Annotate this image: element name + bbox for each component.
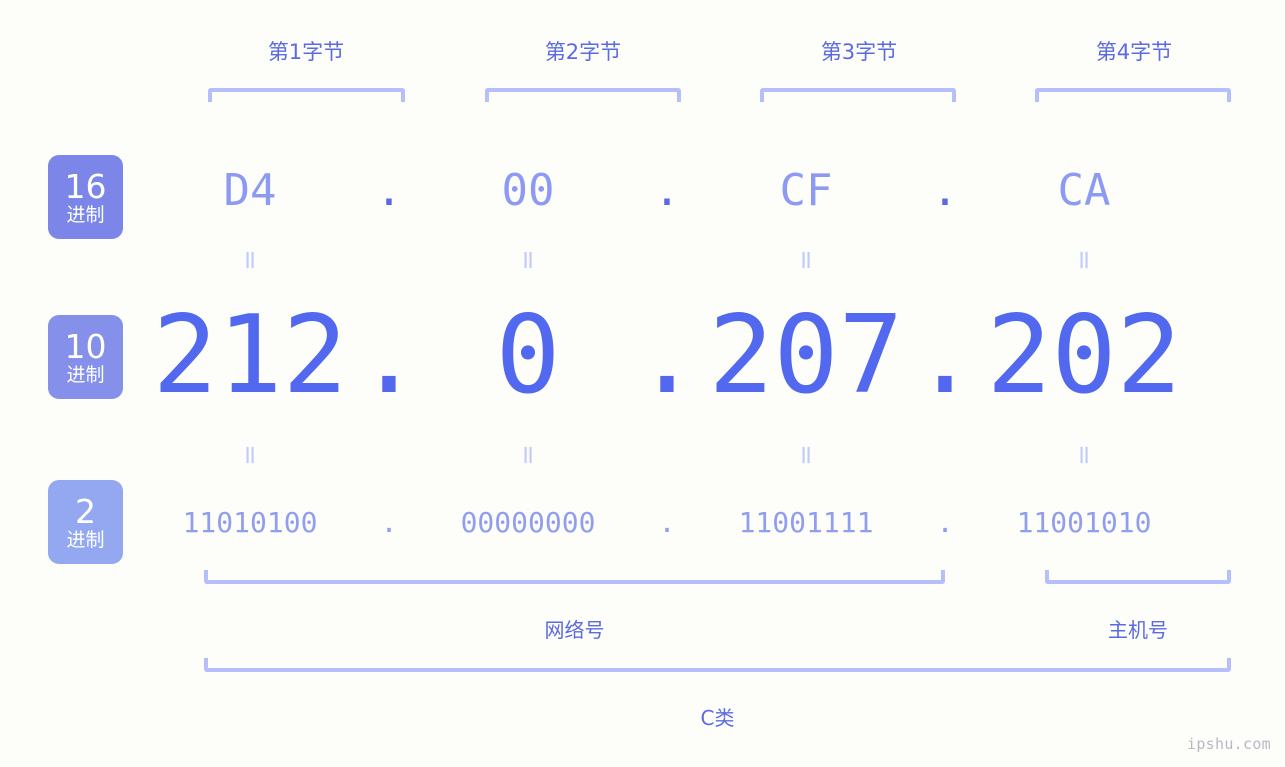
hex-octet-4: CA bbox=[1057, 164, 1111, 216]
byte-bracket-4 bbox=[1035, 88, 1231, 102]
decimal-octet-1: 212 bbox=[152, 292, 348, 418]
equals-icon: = bbox=[790, 249, 821, 271]
site-watermark: ipshu.com bbox=[1187, 735, 1271, 753]
binary-octet-3: 11001111 bbox=[738, 506, 874, 539]
byte-bracket-1 bbox=[208, 88, 405, 102]
equals-icon: = bbox=[234, 444, 265, 466]
hex-octet-2: 00 bbox=[501, 164, 555, 216]
decimal-value-row: 212 . 0 . 207 . 202 bbox=[150, 293, 1285, 418]
base-badge-unit: 进制 bbox=[66, 528, 105, 551]
base-badge-hexadecimal: 16 进制 bbox=[48, 155, 123, 239]
equals-icon: = bbox=[1068, 249, 1099, 271]
host-portion-label: 主机号 bbox=[1108, 618, 1168, 642]
byte-header-label-4: 第4字节 bbox=[1095, 40, 1173, 64]
address-class-label: C类 bbox=[700, 706, 735, 730]
address-class-bracket bbox=[204, 658, 1231, 672]
byte-bracket-2 bbox=[485, 88, 681, 102]
binary-octet-4: 11001010 bbox=[1016, 506, 1152, 539]
byte-header-label-3: 第3字节 bbox=[820, 40, 898, 64]
decimal-octet-2: 0 bbox=[495, 292, 561, 418]
binary-octet-1: 11010100 bbox=[182, 506, 318, 539]
hexadecimal-value-row: D4 . 00 . CF . CA bbox=[150, 155, 1285, 225]
equals-icon: = bbox=[512, 444, 543, 466]
decimal-separator-3: . bbox=[912, 292, 978, 418]
equals-icon: = bbox=[1068, 444, 1099, 466]
decimal-separator-2: . bbox=[634, 292, 700, 418]
binary-separator-3: . bbox=[936, 506, 954, 539]
equals-separator-row-decimal-binary: = = = = bbox=[150, 440, 1285, 470]
byte-header-label-2: 第2字节 bbox=[544, 40, 622, 64]
equals-icon: = bbox=[512, 249, 543, 271]
base-badge-unit: 进制 bbox=[66, 363, 105, 386]
host-portion-bracket bbox=[1045, 570, 1231, 584]
hex-octet-3: CF bbox=[779, 164, 833, 216]
binary-separator-2: . bbox=[658, 506, 676, 539]
base-badge-number: 16 bbox=[64, 166, 107, 206]
binary-octet-2: 00000000 bbox=[460, 506, 596, 539]
network-portion-label: 网络号 bbox=[544, 618, 605, 642]
byte-bracket-3 bbox=[760, 88, 956, 102]
ip-address-breakdown-diagram: 第1字节 第2字节 第3字节 第4字节 16 进制 10 进制 2 进制 D4 … bbox=[0, 0, 1285, 767]
equals-icon: = bbox=[234, 249, 265, 271]
binary-separator-1: . bbox=[380, 506, 398, 539]
base-badge-number: 2 bbox=[75, 491, 96, 531]
decimal-octet-3: 207 bbox=[708, 292, 904, 418]
byte-header-label-1: 第1字节 bbox=[267, 40, 345, 64]
base-badge-decimal: 10 进制 bbox=[48, 315, 123, 399]
hex-separator-1: . bbox=[375, 164, 403, 216]
base-badge-unit: 进制 bbox=[66, 203, 105, 226]
hex-separator-3: . bbox=[931, 164, 959, 216]
network-portion-bracket bbox=[204, 570, 945, 584]
decimal-octet-4: 202 bbox=[986, 292, 1182, 418]
hex-separator-2: . bbox=[653, 164, 681, 216]
equals-icon: = bbox=[790, 444, 821, 466]
equals-separator-row-hex-decimal: = = = = bbox=[150, 245, 1285, 275]
hex-octet-1: D4 bbox=[223, 164, 277, 216]
base-badge-binary: 2 进制 bbox=[48, 480, 123, 564]
base-badge-number: 10 bbox=[64, 326, 107, 366]
binary-value-row: 11010100 . 00000000 . 11001111 . 1100101… bbox=[150, 495, 1285, 550]
decimal-separator-1: . bbox=[356, 292, 422, 418]
